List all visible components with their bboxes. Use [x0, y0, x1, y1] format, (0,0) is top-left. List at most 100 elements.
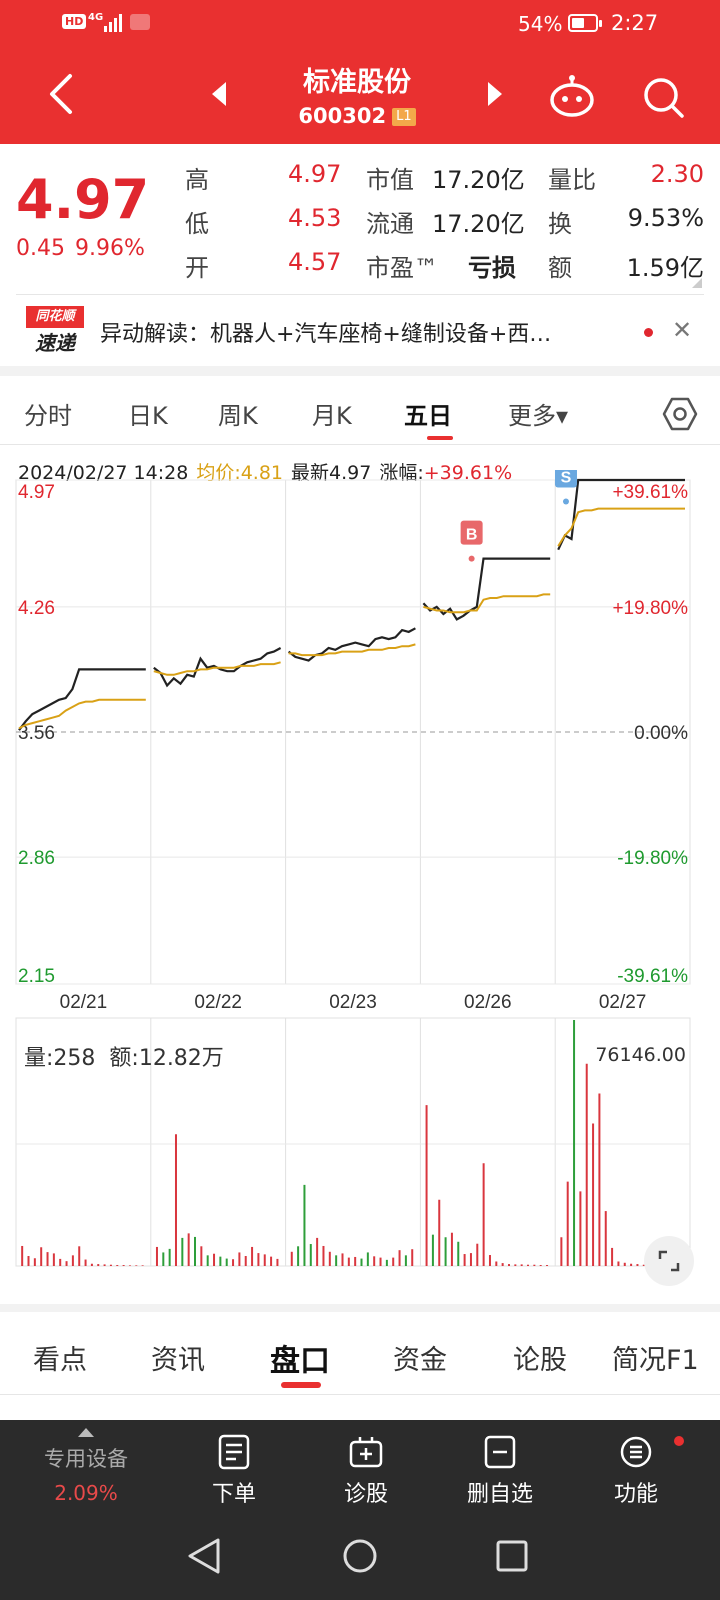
x-tick-label: 02/21: [60, 992, 108, 1013]
news-ticker[interactable]: 同花顺 速递 异动解读：机器人+汽车座椅+缝制设备+西… ✕: [0, 300, 720, 360]
tab-forum[interactable]: 论股: [480, 1338, 600, 1377]
diagnose-icon: [349, 1437, 383, 1468]
system-nav-bar: [188, 1538, 528, 1574]
avg-price-line: [423, 593, 551, 614]
remove-watchlist-button[interactable]: 删自选: [440, 1434, 560, 1508]
x-tick-label: 02/26: [464, 992, 512, 1013]
avg-price-line: [288, 643, 416, 657]
next-stock-icon[interactable]: [484, 80, 506, 108]
news-text[interactable]: 异动解读：机器人+汽车座椅+缝制设备+西…: [100, 316, 640, 348]
back-arrow-icon[interactable]: [42, 70, 82, 118]
tab-daily-k[interactable]: 日K: [128, 396, 168, 431]
expand-corner-icon[interactable]: [692, 278, 702, 288]
x-tick-label: 02/22: [194, 992, 242, 1013]
robot-assistant-icon[interactable]: [548, 74, 596, 118]
status-bar: HD 4G 54% 2:27: [0, 0, 720, 48]
volume-label: 量:258: [24, 1046, 96, 1071]
y-tick-left: 2.86: [18, 848, 55, 869]
value-market-cap: 17.20亿: [432, 166, 525, 194]
sector-name: 专用设备: [44, 1447, 128, 1471]
y-tick-left: 4.97: [18, 482, 55, 503]
label-low: 低: [185, 210, 209, 238]
nav-back-icon[interactable]: [188, 1538, 220, 1574]
tab-monthly-k[interactable]: 月K: [312, 396, 352, 431]
value-turnover: 9.53%: [627, 204, 704, 232]
functions-label: 功能: [613, 1482, 658, 1507]
y-tick-left: 4.26: [18, 598, 55, 619]
period-tabs: 分时 日K 周K 月K 五日 更多▾: [0, 384, 720, 444]
y-tick-right: -39.61%: [617, 966, 688, 987]
diagnose-button[interactable]: 诊股: [306, 1434, 426, 1508]
search-icon[interactable]: [642, 76, 686, 120]
x-tick-label: 02/23: [329, 992, 377, 1013]
tab-five-day[interactable]: 五日: [404, 396, 452, 431]
menu-circle-icon: [620, 1436, 652, 1468]
diagnose-label: 诊股: [343, 1482, 388, 1507]
fullscreen-button[interactable]: [644, 1236, 694, 1286]
label-market-cap: 市值: [366, 166, 414, 194]
tab-intraday[interactable]: 分时: [24, 396, 72, 431]
notification-icon: [130, 14, 150, 30]
tab-weekly-k[interactable]: 周K: [218, 396, 258, 431]
prev-stock-icon[interactable]: [208, 80, 230, 108]
nav-home-icon[interactable]: [343, 1539, 377, 1573]
value-float-cap: 17.20亿: [432, 210, 525, 238]
value-volume-ratio: 2.30: [650, 160, 704, 188]
remove-watchlist-label: 删自选: [466, 1482, 533, 1507]
marker-label: S: [561, 470, 572, 486]
clock: 2:27: [611, 11, 659, 35]
minus-box-icon: [484, 1435, 516, 1469]
five-day-chart[interactable]: 4.97 +39.61%4.26 +19.80%3.56 0.00%2.86 -19.8…: [0, 470, 720, 1290]
sector-percent: 2.09%: [54, 1481, 118, 1505]
tab-more[interactable]: 更多▾: [508, 396, 568, 431]
volume-info: 量:258 额:12.82万: [24, 1040, 224, 1072]
settings-icon[interactable]: [662, 396, 698, 432]
label-pe: 市盈™: [366, 254, 438, 282]
tab-news[interactable]: 资讯: [118, 1338, 238, 1377]
order-button[interactable]: 下单: [174, 1434, 294, 1508]
stock-code-text: 600302: [298, 104, 387, 128]
sector-indicator[interactable]: 专用设备 2.09%: [26, 1420, 146, 1505]
tab-highlights[interactable]: 看点: [0, 1338, 120, 1377]
signal-icon: [104, 12, 126, 32]
tab-indicator: [427, 436, 453, 440]
section-gap: [0, 366, 720, 376]
order-label: 下单: [211, 1482, 256, 1507]
section-gap: [0, 1304, 720, 1312]
expand-up-icon: [78, 1428, 94, 1437]
price-change: 0.45 9.96%: [16, 236, 145, 261]
value-low: 4.53: [288, 204, 342, 232]
network-type: 4G: [88, 12, 104, 23]
level-badge: L1: [392, 108, 416, 126]
volume-max: 76146.00: [595, 1044, 686, 1066]
value-pe: 亏损: [468, 254, 516, 282]
label-volume-ratio: 量比: [548, 166, 596, 194]
label-amount: 额: [548, 254, 572, 282]
tab-profile[interactable]: 简况F1: [612, 1338, 716, 1377]
y-tick-right: -19.80%: [617, 848, 688, 869]
change-percent: 9.96%: [74, 236, 145, 261]
label-open: 开: [185, 254, 209, 282]
avg-price-line: [557, 507, 685, 547]
y-tick-left: 2.15: [18, 966, 55, 987]
label-high: 高: [185, 166, 209, 194]
divider: [0, 444, 720, 445]
amount-label: 额:12.82万: [109, 1046, 224, 1071]
tab-funds[interactable]: 资金: [360, 1338, 480, 1377]
tab-order-book[interactable]: 盘口: [240, 1336, 360, 1380]
value-open: 4.57: [288, 248, 342, 276]
label-turnover: 换: [548, 210, 572, 238]
nav-recents-icon[interactable]: [496, 1540, 528, 1572]
current-price: 4.97: [16, 168, 150, 231]
detail-tabs: 看点 资讯 盘口 资金 论股 简况F1: [0, 1312, 720, 1394]
close-icon[interactable]: ✕: [672, 316, 692, 344]
y-tick-right: +19.80%: [612, 598, 688, 619]
fullscreen-icon: [658, 1250, 680, 1272]
app-header: HD 4G 54% 2:27 标准股份 600302 L1: [0, 0, 720, 144]
battery-percent: 54%: [518, 12, 563, 36]
y-tick-right: +39.61%: [612, 482, 688, 503]
marker-point: [562, 498, 569, 505]
change-value: 0.45: [16, 236, 65, 261]
battery-icon: [568, 14, 602, 32]
divider: [16, 294, 704, 295]
